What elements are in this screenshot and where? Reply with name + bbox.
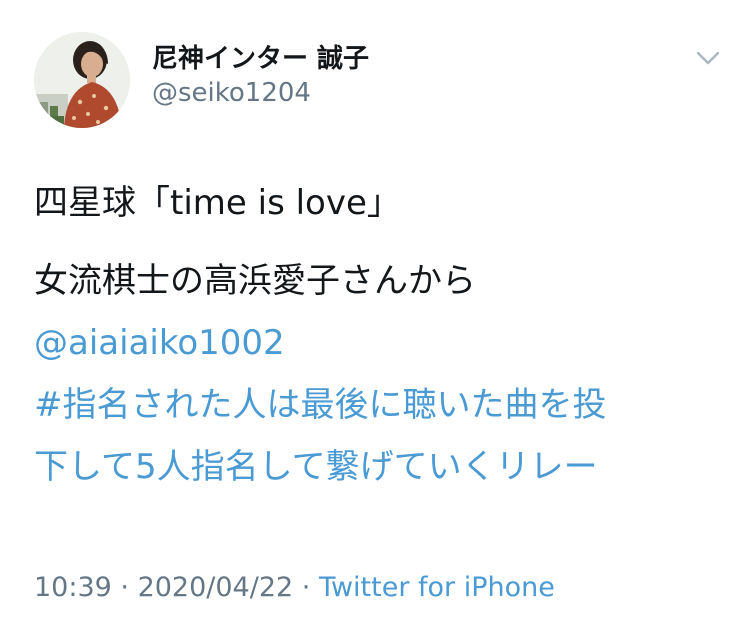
tweet-text-line: 女流棋士の高浜愛子さんから <box>34 261 476 301</box>
meta-separator: · <box>111 572 138 603</box>
author-display-name[interactable]: 尼神インター 誠子 <box>152 38 369 75</box>
tweet-menu-button[interactable] <box>694 48 722 72</box>
mention-link[interactable]: @aiaiaiko1002 <box>34 320 285 366</box>
tweet-meta: 10:39 · 2020/04/22 · Twitter for iPhone <box>34 572 555 603</box>
tweet-source-link[interactable]: Twitter for iPhone <box>319 572 555 603</box>
avatar[interactable] <box>34 32 130 128</box>
tweet-text-line: 四星球「time is love」 <box>34 183 401 223</box>
meta-separator: · <box>293 572 319 603</box>
profile-photo <box>34 32 130 128</box>
tweet-time: 10:39 <box>34 572 112 603</box>
author-handle[interactable]: @seiko1204 <box>152 78 311 108</box>
chevron-down-icon <box>695 50 721 70</box>
hashtag-link[interactable]: #指名された人は最後に聴いた曲を投 <box>34 382 607 428</box>
tweet-date[interactable]: 2020/04/22 <box>138 572 294 603</box>
hashtag-link-continued[interactable]: 下して5人指名して繋げていくリレー <box>34 444 598 490</box>
tweet-card: 尼神インター 誠子 @seiko1204 四星球「time is love」 女… <box>0 0 750 633</box>
